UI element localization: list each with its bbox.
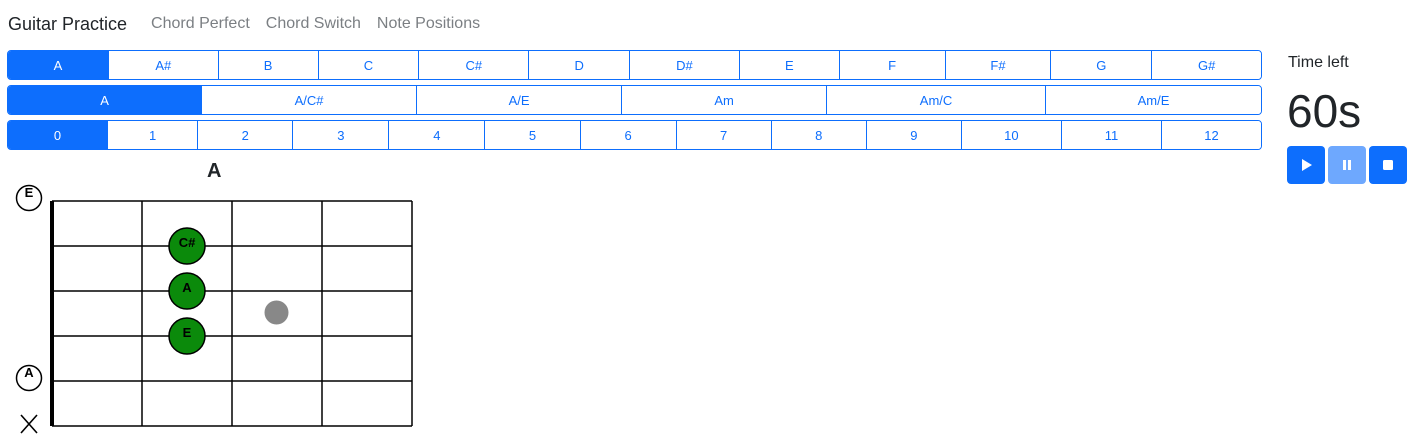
play-button[interactable]	[1287, 146, 1325, 184]
time-left-label: Time left	[1288, 54, 1349, 71]
root-option-b[interactable]: B	[217, 51, 318, 79]
fret-option-2[interactable]: 2	[197, 121, 293, 149]
fret-option-11[interactable]: 11	[1060, 121, 1161, 149]
root-option-a-sharp[interactable]: A#	[107, 51, 218, 79]
navbar: Guitar Practice Chord Perfect Chord Swit…	[8, 10, 496, 38]
root-option-d-sharp[interactable]: D#	[629, 51, 739, 79]
open-string-label: E	[25, 185, 34, 200]
root-option-c-sharp[interactable]: C#	[418, 51, 529, 79]
fret-option-12[interactable]: 12	[1160, 121, 1261, 149]
root-option-e[interactable]: E	[738, 51, 839, 79]
position-marker	[264, 300, 289, 325]
fret-option-7[interactable]: 7	[675, 121, 771, 149]
fret-option-8[interactable]: 8	[770, 121, 866, 149]
nav-link-chord-switch[interactable]: Chord Switch	[266, 15, 361, 33]
fret-position-selector: 0 1 2 3 4 5 6 7 8 9 10 11 12	[7, 120, 1262, 150]
fretboard-grid	[50, 200, 413, 427]
note-label: C#	[179, 235, 196, 250]
fretboard-marks: E A C# A E	[15, 184, 289, 434]
pause-button[interactable]	[1328, 146, 1366, 184]
root-option-g-sharp[interactable]: G#	[1151, 51, 1261, 79]
root-option-g[interactable]: G	[1050, 51, 1152, 79]
fret-option-1[interactable]: 1	[107, 121, 198, 149]
root-option-f-sharp[interactable]: F#	[944, 51, 1051, 79]
fret-option-5[interactable]: 5	[484, 121, 580, 149]
x-icon	[20, 414, 38, 434]
open-string-label: A	[24, 365, 34, 380]
stop-button[interactable]	[1369, 146, 1407, 184]
time-left-value: 60s	[1287, 85, 1362, 137]
fretboard-diagram: E A C# A E	[15, 184, 413, 434]
root-option-a[interactable]: A	[8, 51, 108, 79]
root-option-f[interactable]: F	[838, 51, 945, 79]
root-option-c[interactable]: C	[317, 51, 419, 79]
fret-option-6[interactable]: 6	[579, 121, 676, 149]
chord-option-am-over-c[interactable]: Am/C	[826, 86, 1046, 114]
play-icon	[1302, 159, 1312, 171]
note-label: E	[183, 325, 192, 340]
fret-option-9[interactable]: 9	[865, 121, 961, 149]
chord-option-a-over-c-sharp[interactable]: A/C#	[201, 86, 417, 114]
chord-type-selector: A A/C# A/E Am Am/C Am/E	[7, 85, 1262, 115]
pause-icon	[1343, 160, 1351, 170]
fret-option-3[interactable]: 3	[292, 121, 389, 149]
app-brand[interactable]: Guitar Practice	[8, 14, 127, 35]
chord-option-am-over-e[interactable]: Am/E	[1045, 86, 1261, 114]
chord-option-am[interactable]: Am	[621, 86, 827, 114]
fret-option-10[interactable]: 10	[960, 121, 1061, 149]
chord-option-a-over-e[interactable]: A/E	[416, 86, 622, 114]
root-note-selector: A A# B C C# D D# E F F# G G#	[7, 50, 1262, 80]
note-label: A	[182, 280, 192, 295]
nav-link-chord-perfect[interactable]: Chord Perfect	[151, 15, 250, 33]
fret-option-4[interactable]: 4	[388, 121, 485, 149]
stop-icon	[1383, 160, 1393, 170]
chord-option-a[interactable]: A	[8, 86, 202, 114]
nav-link-note-positions[interactable]: Note Positions	[377, 15, 480, 33]
fret-option-0[interactable]: 0	[8, 121, 108, 149]
root-option-d[interactable]: D	[528, 51, 630, 79]
